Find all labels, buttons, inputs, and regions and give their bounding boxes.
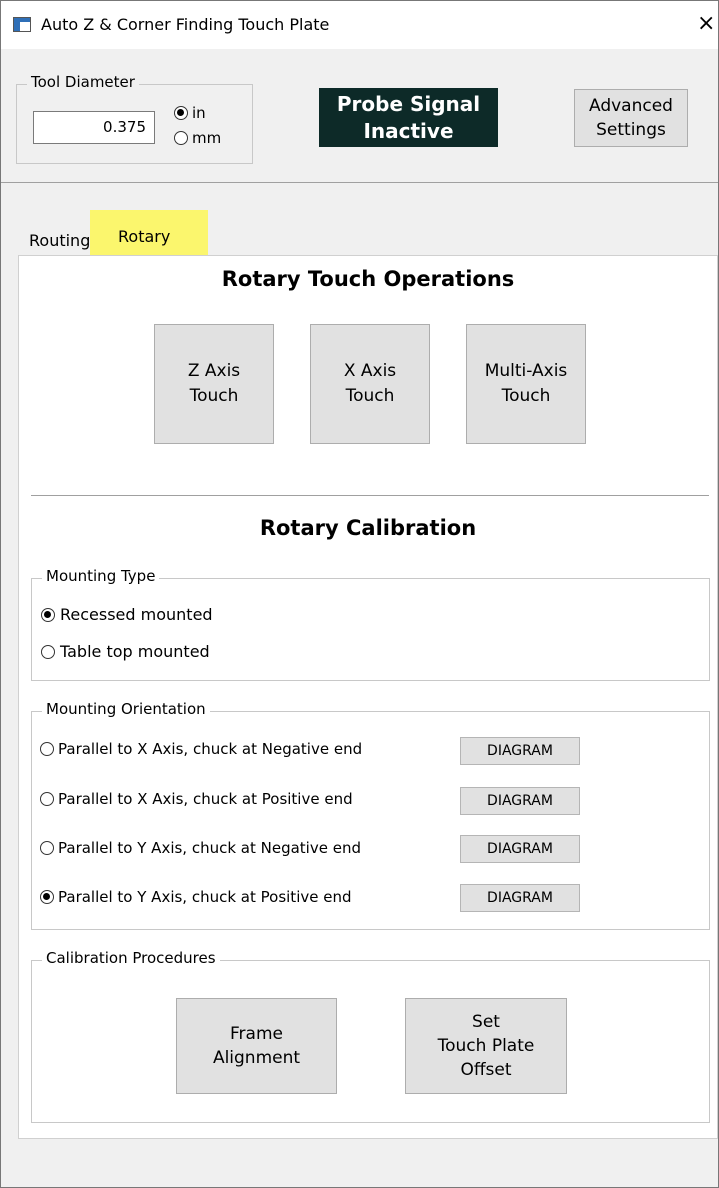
orientation-x-positive-label: Parallel to X Axis, chuck at Positive en… <box>58 790 353 808</box>
unit-mm-radio[interactable]: mm <box>174 129 221 147</box>
unit-mm-label: mm <box>192 129 222 147</box>
calibration-procedures-group: Calibration Procedures <box>31 949 710 1123</box>
mounting-type-legend: Mounting Type <box>42 567 160 585</box>
diagram-button-x-positive[interactable]: DIAGRAM <box>460 787 580 815</box>
set-touch-plate-offset-button[interactable]: Set Touch Plate Offset <box>405 998 567 1094</box>
orientation-y-negative-indicator <box>40 841 54 855</box>
recessed-mounted-radio-indicator <box>41 607 55 622</box>
tab-routing[interactable]: Routing <box>29 231 90 250</box>
mounting-orientation-legend: Mounting Orientation <box>42 700 210 718</box>
orientation-y-positive-label: Parallel to Y Axis, chuck at Positive en… <box>58 888 352 906</box>
touch-plate-window: Auto Z & Corner Finding Touch Plate × To… <box>0 0 719 1188</box>
probe-signal-status: Probe Signal Inactive <box>319 88 498 147</box>
unit-in-radio[interactable]: in <box>174 104 206 122</box>
unit-mm-radio-indicator <box>174 131 188 145</box>
orientation-x-positive-radio[interactable]: Parallel to X Axis, chuck at Positive en… <box>40 790 353 808</box>
rotary-calibration-heading: Rotary Calibration <box>259 516 477 540</box>
orientation-y-positive-indicator <box>40 890 54 904</box>
orientation-x-negative-label: Parallel to X Axis, chuck at Negative en… <box>58 740 363 758</box>
orientation-y-negative-label: Parallel to Y Axis, chuck at Negative en… <box>58 839 361 857</box>
x-axis-touch-button[interactable]: X Axis Touch <box>310 324 430 444</box>
section-separator <box>31 495 709 496</box>
orientation-y-negative-radio[interactable]: Parallel to Y Axis, chuck at Negative en… <box>40 839 361 857</box>
orientation-x-positive-indicator <box>40 792 54 806</box>
tool-diameter-input[interactable]: 0.375 <box>33 111 155 144</box>
multi-axis-touch-button[interactable]: Multi-Axis Touch <box>466 324 586 444</box>
diagram-button-y-positive[interactable]: DIAGRAM <box>460 884 580 912</box>
orientation-x-negative-indicator <box>40 742 54 756</box>
orientation-y-positive-radio[interactable]: Parallel to Y Axis, chuck at Positive en… <box>40 888 352 906</box>
frame-alignment-button[interactable]: Frame Alignment <box>176 998 337 1094</box>
unit-in-label: in <box>192 104 206 122</box>
app-icon <box>13 17 31 32</box>
mounting-type-group: Mounting Type <box>31 567 710 681</box>
header-separator <box>1 182 718 183</box>
diagram-button-y-negative[interactable]: DIAGRAM <box>460 835 580 863</box>
recessed-mounted-radio[interactable]: Recessed mounted <box>41 605 213 624</box>
rotary-touch-heading: Rotary Touch Operations <box>221 267 515 291</box>
close-icon[interactable]: × <box>697 11 715 36</box>
window-title: Auto Z & Corner Finding Touch Plate <box>41 15 330 34</box>
z-axis-touch-button[interactable]: Z Axis Touch <box>154 324 274 444</box>
table-top-mounted-label: Table top mounted <box>60 642 210 661</box>
tab-rotary[interactable]: Rotary <box>118 227 170 246</box>
diagram-button-x-negative[interactable]: DIAGRAM <box>460 737 580 765</box>
unit-in-radio-indicator <box>174 106 188 120</box>
table-top-mounted-radio[interactable]: Table top mounted <box>41 642 210 661</box>
title-bar: Auto Z & Corner Finding Touch Plate × <box>1 1 718 49</box>
recessed-mounted-label: Recessed mounted <box>60 605 213 624</box>
tool-diameter-legend: Tool Diameter <box>27 73 139 91</box>
advanced-settings-button[interactable]: Advanced Settings <box>574 89 688 147</box>
orientation-x-negative-radio[interactable]: Parallel to X Axis, chuck at Negative en… <box>40 740 362 758</box>
table-top-mounted-radio-indicator <box>41 644 55 659</box>
calibration-procedures-legend: Calibration Procedures <box>42 949 220 967</box>
